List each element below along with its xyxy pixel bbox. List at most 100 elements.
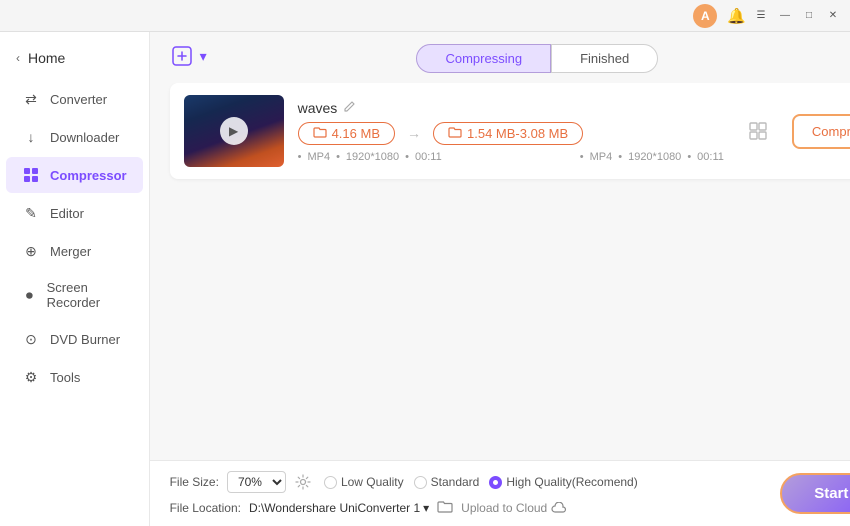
target-size-box: 1.54 MB-3.08 MB [433,122,583,145]
file-sizes-row: 4.16 MB → 1.54 MB-3.08 MB [298,122,724,145]
quality-high-radio[interactable] [489,476,502,489]
dvd-burner-icon: ⊙ [22,330,40,348]
tab-compressing[interactable]: Compressing [416,44,551,73]
file-size-select[interactable]: 70% 50% 30% [227,471,286,493]
target-size-value: 1.54 MB-3.08 MB [467,126,568,141]
meta1-bullet: • [298,151,302,163]
screen-recorder-label: Screen Recorder [47,280,127,310]
sidebar-item-merger[interactable]: ⊕ Merger [6,233,143,269]
user-avatar[interactable]: A [693,4,717,28]
file-thumbnail: ▶ [184,95,284,167]
folder-open-button[interactable] [437,499,453,516]
location-path-text: D:\Wondershare UniConverter 1 [249,501,420,515]
file-list-area: ▶ waves [150,83,850,460]
quality-low[interactable]: Low Quality [324,475,404,489]
main-content: ▾ Compressing Finished ▶ waves [150,32,850,526]
bottom-row-filesize: File Size: 70% 50% 30% [170,471,781,493]
tools-icon: ⚙ [22,368,40,386]
converter-icon: ⇄ [22,90,40,108]
meta1-bullet2: • [336,151,340,163]
sidebar-home[interactable]: ‹ Home [0,42,149,80]
quality-high[interactable]: High Quality(Recomend) [489,475,637,489]
add-file-button[interactable]: ▾ [170,44,207,68]
meta1-format: MP4 [307,151,330,163]
meta1-res: 1920*1080 [346,151,399,163]
location-path-dropdown[interactable]: D:\Wondershare UniConverter 1 ▾ [249,501,429,515]
tab-bar: Compressing Finished [150,32,850,83]
merger-icon: ⊕ [22,242,40,260]
file-meta-target: • MP4 • 1920*1080 • 00:11 [580,151,724,163]
sidebar-item-converter[interactable]: ⇄ Converter [6,81,143,117]
minimize-button[interactable]: — [776,7,794,25]
sidebar-item-tools[interactable]: ⚙ Tools [6,359,143,395]
file-card: ▶ waves [170,83,850,179]
close-button[interactable]: ✕ [824,7,842,25]
meta2-res: 1920*1080 [628,151,681,163]
quality-settings-icon[interactable] [294,473,312,491]
back-arrow-icon: ‹ [16,51,20,65]
bottom-left: File Size: 70% 50% 30% [170,471,781,516]
file-meta-original: • MP4 • 1920*1080 • 00:11 [298,151,442,163]
play-icon[interactable]: ▶ [220,117,248,145]
sidebar-item-editor[interactable]: ✎ Editor [6,195,143,231]
quality-low-label: Low Quality [341,475,404,489]
settings-icon-button[interactable] [742,115,774,147]
original-size-box: 4.16 MB [298,122,395,145]
dvd-burner-label: DVD Burner [50,332,120,347]
folder-icon-target [448,126,462,141]
screen-recorder-icon: ⏺ [22,286,37,304]
editor-label: Editor [50,206,84,221]
bottom-row-location: File Location: D:\Wondershare UniConvert… [170,499,781,516]
quality-standard-radio[interactable] [414,476,427,489]
compressor-label: Compressor [50,168,127,183]
editor-icon: ✎ [22,204,40,222]
sidebar-item-downloader[interactable]: ↓ Downloader [6,119,143,155]
arrow-right-icon: → [407,125,421,141]
start-all-button[interactable]: Start All [780,473,850,514]
file-info: waves [298,100,724,163]
folder-icon-original [313,126,327,141]
edit-filename-icon[interactable] [343,100,356,116]
compressor-icon [22,166,40,184]
compress-button[interactable]: Compress [792,114,850,149]
tools-label: Tools [50,370,80,385]
bottom-rows-wrap: File Size: 70% 50% 30% [170,471,850,516]
sidebar-item-compressor[interactable]: Compressor [6,157,143,193]
menu-button[interactable]: ☰ [752,7,770,25]
meta1-bullet3: • [405,151,409,163]
meta2-bullet2: • [618,151,622,163]
file-meta-rows: • MP4 • 1920*1080 • 00:11 • MP4 • 1 [298,151,724,163]
upload-cloud-button[interactable]: Upload to Cloud [461,501,567,515]
quality-low-radio[interactable] [324,476,337,489]
maximize-button[interactable]: □ [800,7,818,25]
meta2-bullet: • [580,151,584,163]
file-location-label: File Location: [170,501,241,515]
upload-cloud-label: Upload to Cloud [461,501,547,515]
add-file-label: ▾ [200,48,207,65]
home-label: Home [28,50,65,66]
file-size-label: File Size: [170,475,219,489]
title-bar: A 🔔 ☰ — □ ✕ [0,0,850,32]
downloader-icon: ↓ [22,128,40,146]
app-body: ‹ Home ⇄ Converter ↓ Downloader Compress… [0,32,850,526]
quality-standard-label: Standard [431,475,480,489]
bottom-bar: File Size: 70% 50% 30% [150,460,850,526]
converter-label: Converter [50,92,107,107]
tab-finished[interactable]: Finished [551,44,658,73]
bell-button[interactable]: 🔔 [727,7,746,25]
original-size-value: 4.16 MB [332,126,380,141]
meta2-bullet3: • [687,151,691,163]
file-name: waves [298,100,338,116]
quality-group: Low Quality Standard High Quality(Recome… [324,475,638,489]
merger-label: Merger [50,244,91,259]
sidebar: ‹ Home ⇄ Converter ↓ Downloader Compress… [0,32,150,526]
downloader-label: Downloader [50,130,119,145]
meta1-duration: 00:11 [415,151,442,163]
meta2-format: MP4 [590,151,613,163]
sidebar-item-dvd-burner[interactable]: ⊙ DVD Burner [6,321,143,357]
quality-high-label: High Quality(Recomend) [506,475,637,489]
file-name-row: waves [298,100,724,116]
quality-standard[interactable]: Standard [414,475,480,489]
location-dropdown-icon: ▾ [423,501,429,515]
sidebar-item-screen-recorder[interactable]: ⏺ Screen Recorder [6,271,143,319]
